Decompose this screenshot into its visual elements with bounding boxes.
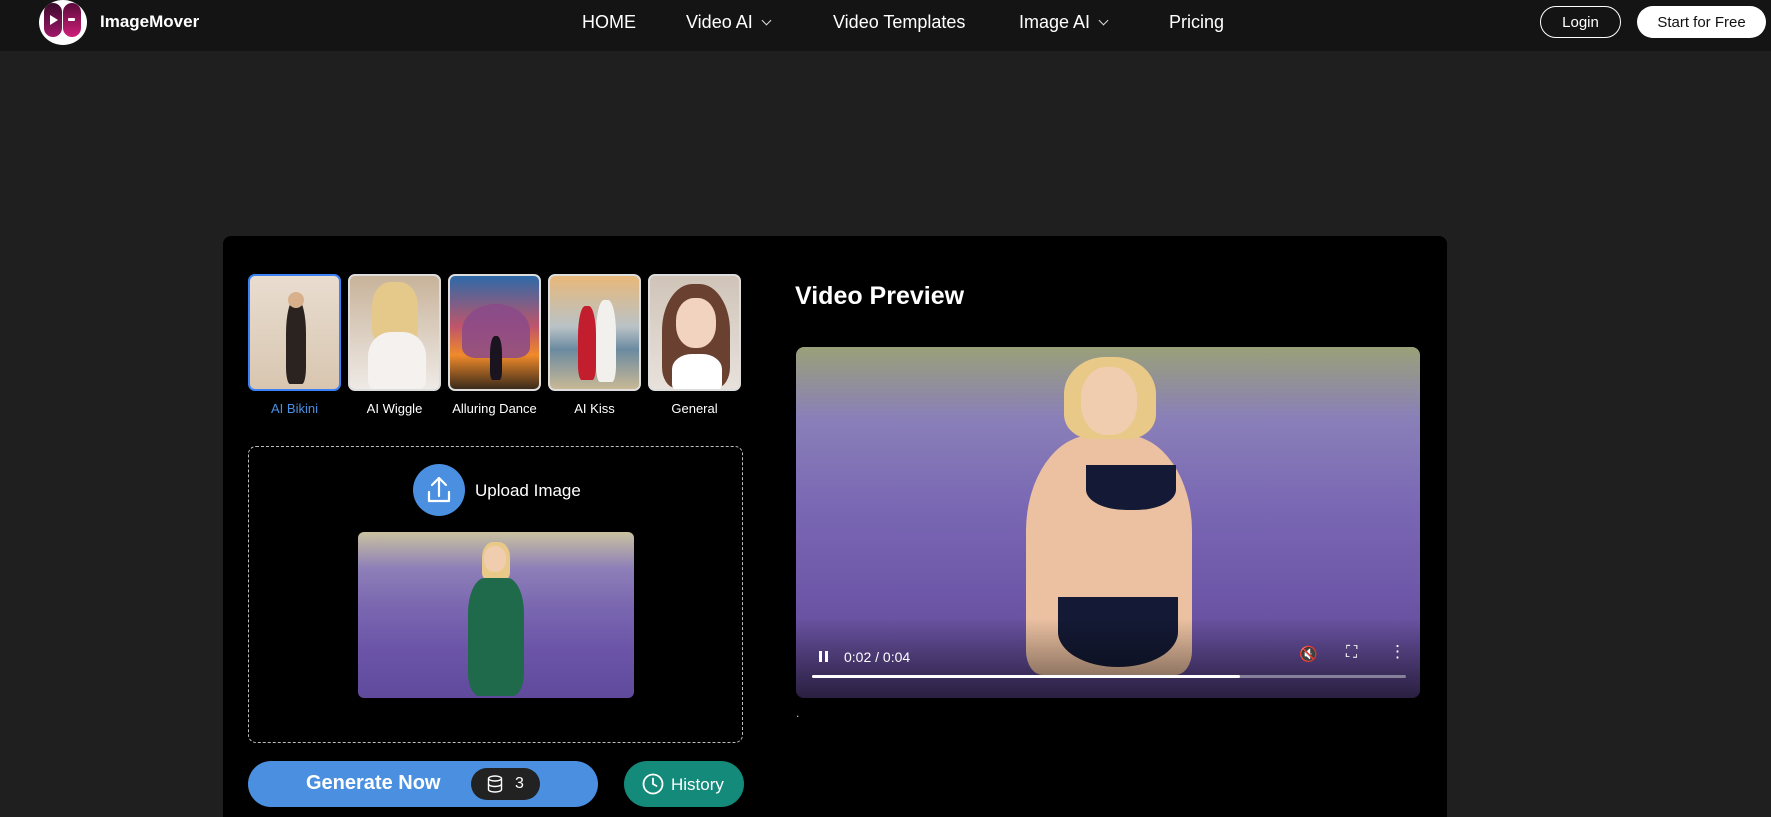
video-preview-title: Video Preview <box>795 282 965 310</box>
template-thumbnail <box>548 274 641 391</box>
template-label: AI Kiss <box>574 401 615 416</box>
video-progress-fill <box>812 675 1240 678</box>
video-player[interactable]: 0:02 / 0:04 🔇 ⛶ ⋮ <box>796 347 1420 698</box>
mute-icon[interactable]: 🔇 <box>1299 645 1318 663</box>
template-label: General <box>671 401 718 416</box>
more-options-icon[interactable]: ⋮ <box>1389 642 1406 662</box>
login-button[interactable]: Login <box>1540 6 1621 38</box>
template-thumbnail <box>448 274 541 391</box>
nav-pricing[interactable]: Pricing <box>1169 12 1224 33</box>
video-time: 0:02 / 0:04 <box>844 649 911 665</box>
template-label: Alluring Dance <box>452 401 537 416</box>
history-label: History <box>671 775 724 794</box>
template-thumbnail <box>248 274 341 391</box>
credits-count: 3 <box>515 775 524 792</box>
upload-image-label[interactable]: Upload Image <box>475 481 581 501</box>
template-thumbnail <box>648 274 741 391</box>
generate-label: Generate Now <box>306 772 441 794</box>
template-general[interactable]: General <box>648 274 741 416</box>
nav-video-ai[interactable]: Video AI <box>686 12 772 33</box>
generator-panel: AI Bikini AI Wiggle Alluring Dance AI Ki… <box>223 236 1447 817</box>
nav-home[interactable]: HOME <box>582 12 636 33</box>
start-for-free-button[interactable]: Start for Free <box>1637 6 1766 38</box>
upload-dropzone[interactable]: Upload Image <box>248 446 743 743</box>
video-progress-bar[interactable] <box>812 675 1406 678</box>
chevron-down-icon <box>761 15 772 26</box>
imagemover-logo[interactable] <box>39 0 87 45</box>
database-icon <box>487 775 503 793</box>
template-ai-bikini[interactable]: AI Bikini <box>248 274 341 416</box>
template-label: AI Wiggle <box>366 401 423 416</box>
template-ai-kiss[interactable]: AI Kiss <box>548 274 641 416</box>
template-thumbnail <box>348 274 441 391</box>
video-caption: . <box>796 706 800 720</box>
upload-icon <box>427 476 451 503</box>
generate-now-button[interactable]: Generate Now 3 <box>248 761 598 807</box>
history-button[interactable]: History <box>624 761 744 807</box>
upload-button[interactable] <box>413 464 465 516</box>
nav-image-ai[interactable]: Image AI <box>1019 12 1109 33</box>
chevron-down-icon <box>1098 15 1109 26</box>
credits-badge: 3 <box>471 768 540 800</box>
top-nav-bar: ImageMover HOME Video AI Video Templates… <box>0 0 1771 51</box>
template-label: AI Bikini <box>271 401 318 416</box>
fullscreen-icon[interactable]: ⛶ <box>1346 644 1357 662</box>
nav-video-templates[interactable]: Video Templates <box>833 12 965 33</box>
uploaded-image-preview <box>358 532 634 698</box>
template-alluring-dance[interactable]: Alluring Dance <box>448 274 541 416</box>
pause-button[interactable] <box>810 643 838 671</box>
template-ai-wiggle[interactable]: AI Wiggle <box>348 274 441 416</box>
clock-icon <box>642 773 664 795</box>
brand-name[interactable]: ImageMover <box>100 12 199 32</box>
